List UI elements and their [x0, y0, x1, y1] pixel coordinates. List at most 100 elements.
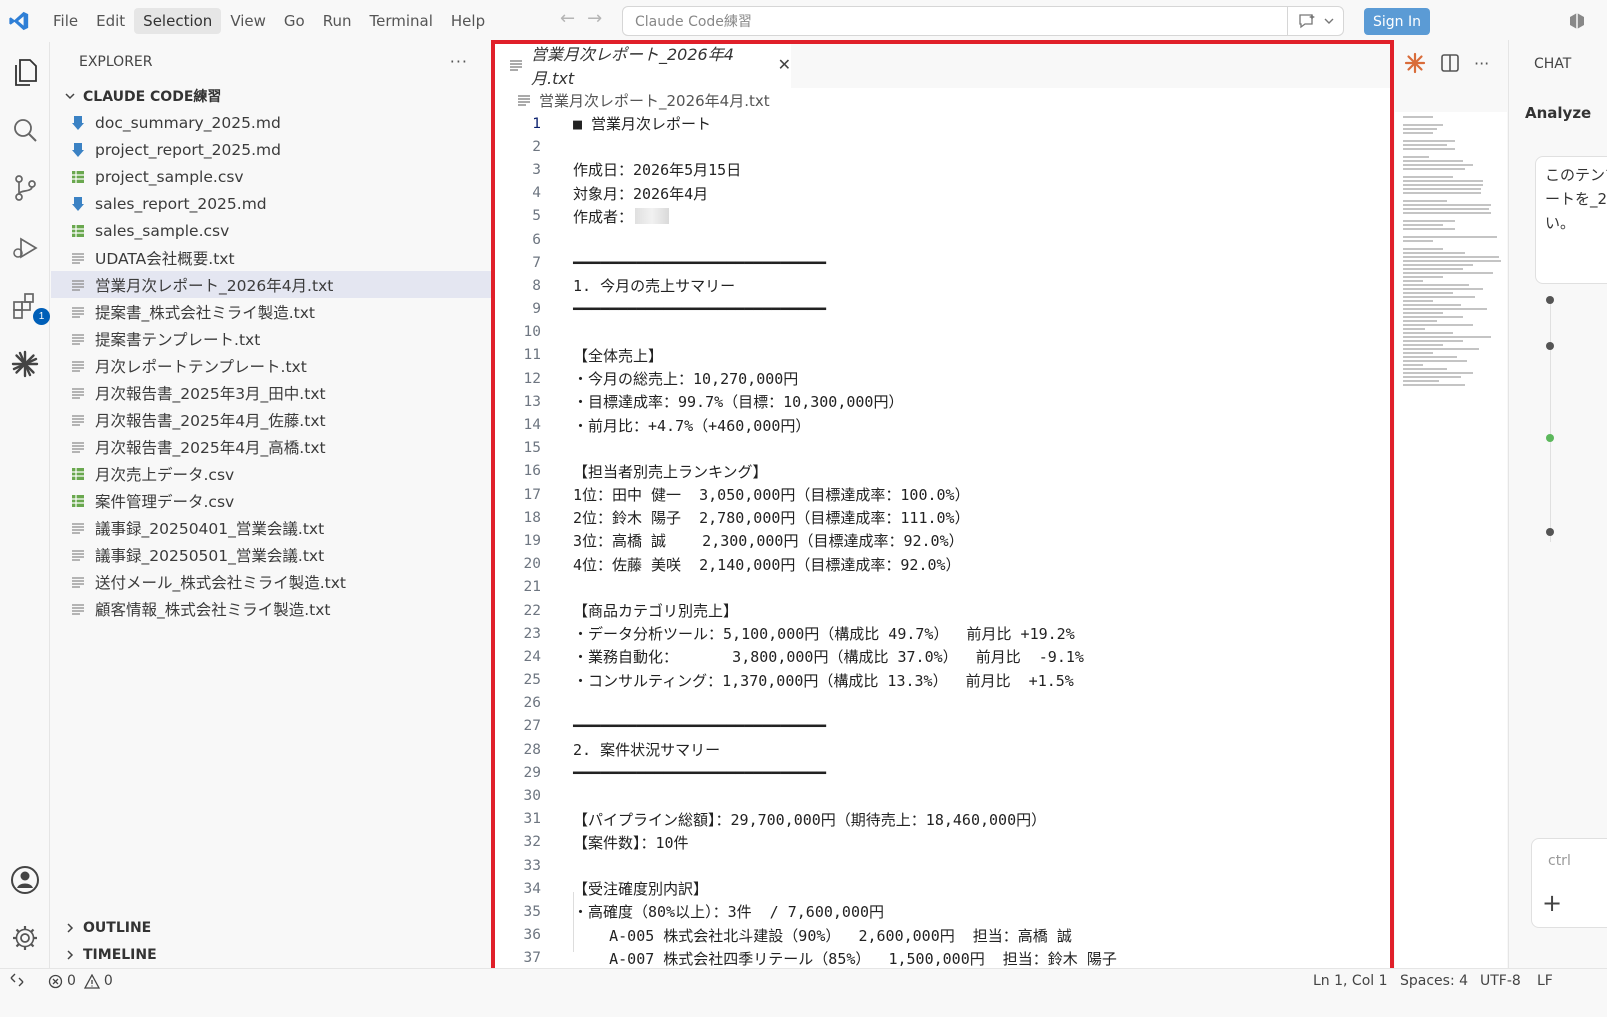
file-item[interactable]: 営業月次レポート_2026年4月.txt [51, 271, 500, 298]
forward-arrow-icon[interactable]: → [587, 8, 602, 29]
minimap-line [1403, 272, 1493, 274]
file-item[interactable]: doc_summary_2025.md [51, 109, 500, 136]
explorer-sidebar: EXPLORER ··· CLAUDE CODE練習 doc_summary_2… [51, 42, 501, 992]
cursor-position[interactable]: Ln 1, Col 1 [1313, 973, 1388, 989]
text-file-icon [509, 58, 523, 72]
minimap-line [1403, 352, 1433, 354]
code-line: 2 [491, 135, 1394, 158]
file-item[interactable]: 提案書テンプレート.txt [51, 325, 500, 352]
text-file-icon [69, 384, 87, 402]
csv-file-icon [69, 465, 87, 483]
file-item[interactable]: project_report_2025.md [51, 136, 500, 163]
timeline-section[interactable]: TIMELINE [51, 941, 500, 968]
line-number: 15 [523, 440, 541, 457]
menu-terminal[interactable]: Terminal [361, 8, 442, 34]
minimap-line [1403, 240, 1433, 242]
line-number: 12 [523, 370, 541, 387]
end-of-line[interactable]: LF [1537, 973, 1553, 989]
copilot-icon[interactable] [1568, 12, 1586, 30]
file-item[interactable]: 議事録_20250501_営業会議.txt [51, 541, 500, 568]
line-text: 【商品カテゴリ別売上】 [573, 602, 739, 621]
menu-edit[interactable]: Edit [87, 8, 134, 34]
chevron-right-icon [63, 948, 77, 962]
source-control-icon[interactable] [9, 172, 41, 204]
line-text: 【担当者別売上ランキング】 [573, 462, 768, 481]
minimap-line [1403, 268, 1463, 270]
file-item[interactable]: sales_report_2025.md [51, 190, 500, 217]
file-item[interactable]: 月次報告書_2025年4月_佐藤.txt [51, 406, 500, 433]
minimap-line [1403, 376, 1461, 378]
chat-toggle-button[interactable] [1287, 7, 1343, 35]
minimap-line [1403, 192, 1481, 194]
code-line: 23 ・データ分析ツール：5,100,000円（構成比 49.7%） 前月比 +1… [491, 622, 1394, 645]
file-name: project_report_2025.md [95, 140, 281, 159]
back-arrow-icon[interactable]: ← [560, 8, 575, 29]
code-line: 26 [491, 692, 1394, 715]
line-text: ━━━━━━━━━━━━━━━━━━━━━━━━━━━━ [573, 300, 826, 319]
claude-code-icon[interactable] [1404, 52, 1426, 74]
settings-gear-icon[interactable] [9, 922, 41, 954]
minimap-line [1403, 148, 1455, 150]
code-editor[interactable]: 1 ■ 営業月次レポート 2 3 作成日：2026年5月15日 4 対象月：2026年4月 5… [491, 112, 1394, 972]
file-item[interactable]: 月次売上データ.csv [51, 460, 500, 487]
chat-input[interactable]: ctrl + [1531, 838, 1607, 928]
minimap[interactable] [1395, 112, 1507, 972]
more-actions-icon[interactable]: ··· [450, 52, 468, 71]
menu-run[interactable]: Run [314, 8, 361, 34]
minimap-line [1403, 168, 1465, 170]
file-item[interactable]: 月次レポートテンプレート.txt [51, 352, 500, 379]
tab-active-file[interactable]: 営業月次レポート_2026年4月.txt ✕ [491, 40, 791, 88]
file-item[interactable]: UDATA会社概要.txt [51, 244, 500, 271]
line-text: A-007 株式会社四季リテール（85%） 1,500,000円 担当：鈴木 陽… [573, 949, 1117, 968]
encoding[interactable]: UTF-8 [1480, 973, 1521, 989]
run-debug-icon[interactable] [9, 232, 41, 264]
file-item[interactable]: 月次報告書_2025年3月_田中.txt [51, 379, 500, 406]
file-item[interactable]: 月次報告書_2025年4月_高橋.txt [51, 433, 500, 460]
menu-bar: File Edit Selection View Go Run Terminal… [44, 8, 494, 34]
line-number: 27 [523, 718, 541, 735]
file-item[interactable]: 提案書_株式会社ミライ製造.txt [51, 298, 500, 325]
split-editor-icon[interactable] [1440, 53, 1460, 73]
code-line: 35 ・高確度（80%以上）：3件 / 7,600,000円 [491, 900, 1394, 923]
tab-label: 営業月次レポート_2026年4月.txt [531, 44, 734, 88]
file-item[interactable]: 送付メール_株式会社ミライ製造.txt [51, 568, 500, 595]
command-center[interactable]: Claude Code練習 [622, 6, 1344, 36]
menu-selection[interactable]: Selection [134, 8, 222, 34]
code-line: 11 【全体売上】 [491, 344, 1394, 367]
explorer-files-icon[interactable] [9, 56, 41, 88]
code-line: 34 【受注確度別内訳】 [491, 877, 1394, 900]
menu-view[interactable]: View [221, 8, 275, 34]
extensions-icon[interactable]: 1 [9, 290, 50, 325]
add-context-icon[interactable]: + [1542, 889, 1562, 917]
minimap-line [1403, 248, 1443, 250]
file-name: 議事録_20250401_営業会議.txt [95, 519, 325, 538]
close-icon[interactable]: ✕ [778, 55, 791, 74]
line-number: 34 [523, 880, 541, 897]
activity-bar: 1 [0, 42, 50, 992]
menu-go[interactable]: Go [275, 8, 314, 34]
workspace-folder-label: CLAUDE CODE練習 [83, 88, 222, 105]
file-item[interactable]: project_sample.csv [51, 163, 500, 190]
minimap-line [1403, 284, 1469, 286]
minimap-line [1403, 184, 1483, 186]
text-file-icon [69, 519, 87, 537]
indentation[interactable]: Spaces: 4 [1400, 973, 1468, 989]
menu-help[interactable]: Help [442, 8, 494, 34]
line-text: A-005 株式会社北斗建設（90%） 2,600,000円 担当：高橋 誠 [573, 926, 1072, 945]
file-item[interactable]: 議事録_20250401_営業会議.txt [51, 514, 500, 541]
menu-file[interactable]: File [44, 8, 87, 34]
code-line: 36 A-005 株式会社北斗建設（90%） 2,600,000円 担当：高橋 … [491, 924, 1394, 947]
search-icon[interactable] [9, 114, 41, 146]
workspace-folder[interactable]: CLAUDE CODE練習 [51, 82, 500, 109]
claude-asterisk-icon[interactable] [9, 348, 41, 380]
breadcrumb[interactable]: 営業月次レポート_2026年4月.txt [491, 88, 1394, 112]
more-actions-icon[interactable]: ··· [1474, 54, 1489, 73]
account-icon[interactable] [9, 864, 41, 896]
outline-section[interactable]: OUTLINE [51, 914, 500, 941]
sign-in-button[interactable]: Sign In [1364, 8, 1430, 35]
file-item[interactable]: 案件管理データ.csv [51, 487, 500, 514]
problems-indicator[interactable]: 0 0 [48, 973, 113, 989]
file-item[interactable]: sales_sample.csv [51, 217, 500, 244]
remote-icon[interactable] [10, 973, 24, 987]
file-item[interactable]: 顧客情報_株式会社ミライ製造.txt [51, 595, 500, 622]
